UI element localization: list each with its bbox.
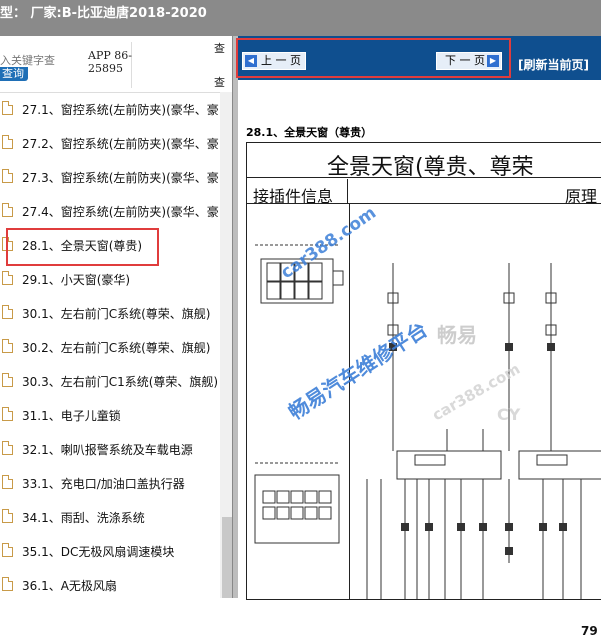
selected-item-highlight xyxy=(6,228,159,266)
wiring-diagram-page: 28.1、全景天窗（尊贵） 全景天窗(尊贵、尊荣 接插件信息 原理 car388… xyxy=(238,80,601,638)
document-icon xyxy=(2,135,13,149)
window-title: 型： 厂家:B-比亚迪唐2018-2020 xyxy=(0,6,207,21)
document-icon xyxy=(2,543,13,557)
search-area: 入关键字查 查询 APP 86- 25895 xyxy=(0,36,236,93)
document-icon xyxy=(2,577,13,591)
tree-item[interactable]: 30.2、左右前门C系统(尊荣、旗舰) xyxy=(0,330,220,363)
watermark: CY xyxy=(497,405,521,424)
tree-item[interactable]: 27.4、窗控系统(左前防夹)(豪华、豪 xyxy=(0,194,220,227)
document-icon xyxy=(2,509,13,523)
document-icon xyxy=(2,475,13,489)
title-bar: 型： 厂家:B-比亚迪唐2018-2020 xyxy=(0,0,601,36)
col-marker: 查 xyxy=(214,76,225,89)
document-icon xyxy=(2,305,13,319)
document-viewer: ◀ 上 一 页 下 一 页 ▶ [刷新当前页] 28.1、全景天窗（尊贵） 全景… xyxy=(238,36,601,638)
section-title: 28.1、全景天窗（尊贵） xyxy=(246,126,373,139)
wiring-diagram xyxy=(254,244,601,599)
tree-item[interactable]: 31.1、电子儿童锁 xyxy=(0,398,220,431)
tree-item[interactable]: 27.1、窗控系统(左前防夹)(豪华、豪 xyxy=(0,92,220,125)
document-icon xyxy=(2,203,13,217)
app-info-line2: 25895 xyxy=(88,62,123,75)
query-button[interactable]: 查询 xyxy=(0,67,28,81)
tree-item[interactable]: 29.1、小天窗(豪华) xyxy=(0,262,220,295)
tree-item[interactable]: 27.2、窗控系统(左前防夹)(豪华、豪 xyxy=(0,126,220,159)
refresh-page-link[interactable]: [刷新当前页] xyxy=(518,56,589,73)
document-icon xyxy=(2,169,13,183)
col-marker: 查 xyxy=(214,42,225,55)
tree-item[interactable]: 30.3、左右前门C1系统(尊荣、旗舰) xyxy=(0,364,220,397)
diagram-frame: 全景天窗(尊贵、尊荣 接插件信息 原理 car388.com 畅易汽车维修平台 … xyxy=(246,142,601,600)
tree-item[interactable]: 27.3、窗控系统(左前防夹)(豪华、豪 xyxy=(0,160,220,193)
nav-highlight xyxy=(236,38,511,78)
left-panel: 入关键字查 查询 APP 86- 25895 查 查 27.1、窗控系统(左前防… xyxy=(0,36,236,598)
document-icon xyxy=(2,407,13,421)
document-icon xyxy=(2,339,13,353)
tree-item[interactable]: 36.1、A无极风扇 xyxy=(0,568,220,598)
tree-item[interactable]: 35.1、DC无极风扇调速模块 xyxy=(0,534,220,567)
keyword-input[interactable]: 入关键字查 xyxy=(0,52,55,68)
app-info: APP 86- 25895 xyxy=(88,49,132,75)
document-icon xyxy=(2,101,13,115)
document-icon xyxy=(2,373,13,387)
document-icon xyxy=(2,271,13,285)
tree-item[interactable]: 32.1、喇叭报警系统及车载电源 xyxy=(0,432,220,465)
page-number: 79 xyxy=(581,624,598,638)
tree-item[interactable]: 30.1、左右前门C系统(尊荣、旗舰) xyxy=(0,296,220,329)
app-info-line1: APP 86- xyxy=(88,49,132,62)
watermark: 畅易 xyxy=(437,323,477,347)
document-icon xyxy=(2,441,13,455)
tree-item[interactable]: 33.1、充电口/加油口盖执行器 xyxy=(0,466,220,499)
tree-item[interactable]: 34.1、雨刮、洗涤系统 xyxy=(0,500,220,533)
